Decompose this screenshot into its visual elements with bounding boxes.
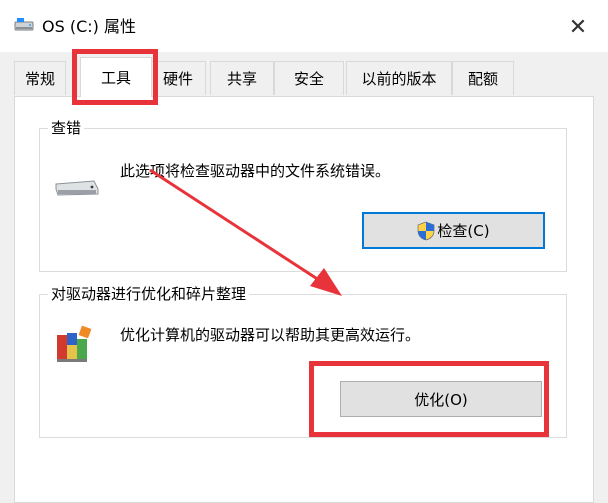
tab-label: 工具: [100, 69, 131, 87]
tab-tools[interactable]: 工具: [80, 57, 152, 97]
properties-window: OS (C:) 属性 ✕ 常规 工具 硬件 共享 安全 以前的版本 配额 查错 …: [0, 0, 608, 503]
